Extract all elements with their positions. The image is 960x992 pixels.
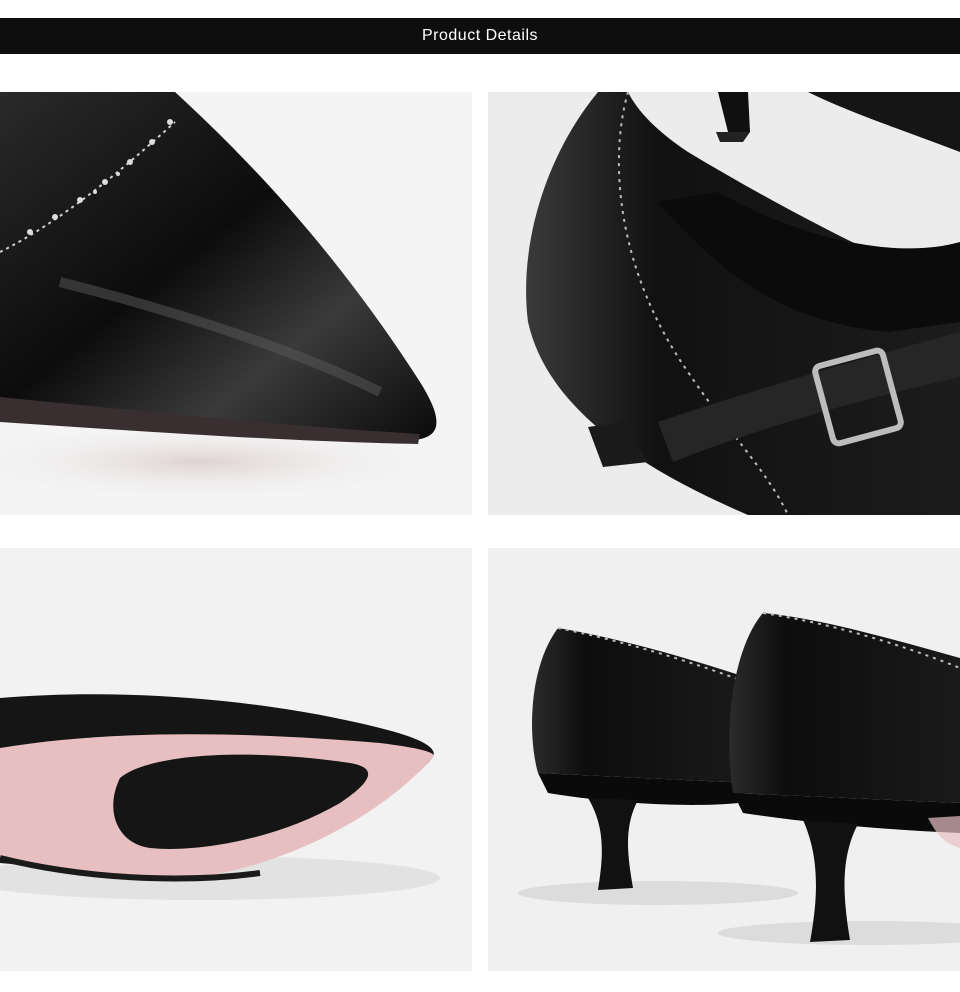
photo-sole-view [0,548,472,971]
section-header: Product Details [0,18,960,54]
sole-view-image [0,694,440,900]
buckle-strap-image [526,92,960,515]
photo-toe-closeup [0,92,472,515]
toe-closeup-image [0,92,450,502]
photo-heel-rear-view [488,548,960,971]
heel-rear-image [518,612,960,945]
photo-buckle-strap [488,92,960,515]
section-title: Product Details [422,27,538,44]
